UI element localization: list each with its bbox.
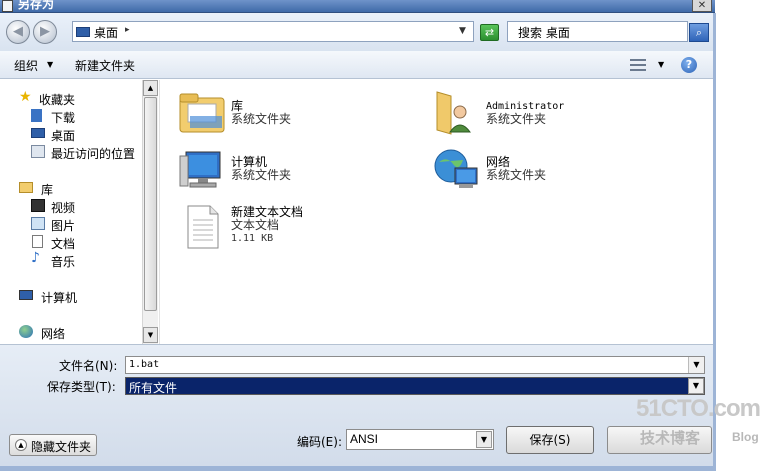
view-options-icon[interactable] [630, 59, 646, 71]
watermark-blog: Blog [732, 430, 759, 444]
user-folder-icon [436, 91, 471, 135]
file-item-administrator[interactable]: Administrator 系统文件夹 [433, 88, 673, 138]
nav-scrollbar[interactable]: ▲ ▼ [142, 80, 158, 344]
save-button[interactable]: 保存(S) [506, 426, 594, 454]
scrollbar-thumb[interactable] [144, 97, 157, 311]
scroll-up-icon[interactable]: ▲ [143, 80, 158, 96]
downloads-icon [31, 109, 42, 122]
filename-field[interactable]: 1.bat [125, 356, 705, 374]
documents-icon [32, 235, 43, 248]
music-icon: ♪ [31, 250, 40, 266]
file-item-computer[interactable]: 计算机 系统文件夹 [178, 146, 398, 196]
back-button[interactable]: ◀ [6, 20, 30, 44]
recent-places-icon [31, 145, 45, 158]
desktop-icon [31, 128, 45, 138]
watermark-subtitle: 技术博客 [640, 429, 701, 447]
encoding-dropdown-icon[interactable]: ▼ [476, 431, 492, 448]
encoding-select[interactable]: ANSI [346, 429, 494, 450]
file-item-text-document[interactable]: 新建文本文档 文本文档 1.11 KB [178, 202, 398, 252]
new-folder-button[interactable]: 新建文件夹 [75, 57, 135, 74]
filetype-dropdown-icon[interactable]: ▼ [688, 378, 704, 394]
network-icon [434, 149, 478, 188]
collapse-arrow-icon: ▲ [15, 439, 27, 451]
hide-folders-button[interactable]: ▲ 隐藏文件夹 [9, 434, 97, 456]
file-item-libraries[interactable]: 库 系统文件夹 [178, 88, 398, 138]
filetype-label: 保存类型(T): [47, 380, 116, 394]
command-toolbar: 组织 ▼ 新建文件夹 ▼ ? [0, 51, 713, 79]
breadcrumb-chevron-icon[interactable]: ▸ [125, 25, 130, 35]
title-bar: 另存为 ✕ [0, 0, 715, 13]
search-input[interactable]: 搜索 桌面 [507, 21, 688, 42]
star-icon: ★ [19, 89, 32, 105]
refresh-button[interactable]: ⇄ [480, 24, 499, 41]
address-location[interactable]: 桌面 [94, 24, 118, 41]
help-icon[interactable]: ? [681, 57, 697, 73]
organize-button[interactable]: 组织 [14, 57, 38, 74]
address-dropdown-icon[interactable]: ▼ [459, 26, 466, 36]
pictures-icon [31, 217, 45, 230]
close-button[interactable]: ✕ [692, 0, 712, 12]
scroll-down-icon[interactable]: ▼ [143, 327, 158, 343]
view-dropdown-icon[interactable]: ▼ [658, 60, 664, 69]
forward-button[interactable]: ▶ [33, 20, 57, 44]
file-list: 库 系统文件夹 Administrator 系统文件夹 计算机 系统文件夹 网络… [159, 80, 713, 344]
file-item-network[interactable]: 网络 系统文件夹 [433, 146, 673, 196]
window-border-bottom [0, 466, 716, 471]
computer-icon [19, 290, 33, 300]
search-icon[interactable]: ⌕ [689, 23, 709, 42]
library-folder-icon [179, 93, 225, 133]
window-title: 另存为 [18, 0, 55, 11]
save-form: 文件名(N): 1.bat ▼ 保存类型(T): 所有文件 ▼ ▲ 隐藏文件夹 … [0, 344, 713, 466]
watermark-logo: 51CTO.com [636, 395, 761, 422]
address-bar-area: ◀ ▶ 桌面 ▸ ▼ ⇄ 搜索 桌面 ⌕ [0, 13, 713, 51]
chevron-down-icon[interactable]: ▼ [47, 60, 53, 69]
desktop-icon [76, 27, 90, 37]
notepad-icon [2, 0, 13, 12]
library-icon [19, 182, 33, 193]
filename-label: 文件名(N): [59, 359, 118, 373]
navigation-pane: ★ 收藏夹 下载 桌面 最近访问的位置 库 视频 图片 文档 ♪ 音乐 计算机 … [0, 80, 142, 344]
encoding-label: 编码(E): [297, 435, 342, 449]
video-icon [31, 199, 45, 212]
filename-dropdown-icon[interactable]: ▼ [688, 357, 704, 373]
filetype-select[interactable]: 所有文件 [125, 377, 705, 395]
address-bar[interactable]: 桌面 ▸ ▼ [72, 21, 474, 42]
network-icon [19, 325, 33, 338]
computer-icon [179, 151, 221, 188]
text-file-icon [187, 205, 219, 249]
